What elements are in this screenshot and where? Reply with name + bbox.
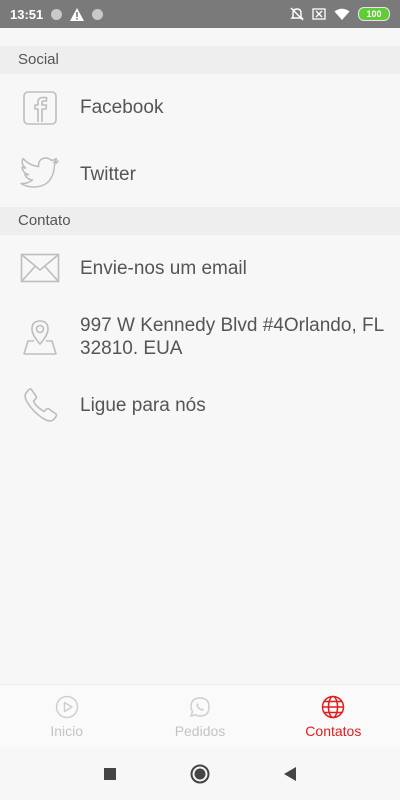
nav-item-inicio[interactable]: Inicio xyxy=(0,685,133,749)
section-header-social: Social xyxy=(0,46,400,74)
status-bar-left: 13:51 xyxy=(10,6,104,22)
phone-label: Ligue para nós xyxy=(80,394,206,416)
map-pin-icon xyxy=(18,315,62,359)
address-row[interactable]: 997 W Kennedy Blvd #4Orlando, FL 32810. … xyxy=(0,301,400,373)
status-bar-right: 100 xyxy=(290,7,390,21)
status-bar: 13:51 100 xyxy=(0,0,400,28)
system-navigation-bar xyxy=(0,748,400,800)
section-header-contato: Contato xyxy=(0,207,400,235)
nav-label-inicio: Inicio xyxy=(50,723,83,739)
back-button[interactable] xyxy=(278,762,302,786)
top-spacer xyxy=(0,28,400,46)
address-label: 997 W Kennedy Blvd #4Orlando, FL 32810. … xyxy=(80,315,384,359)
status-time: 13:51 xyxy=(10,6,44,22)
email-label: Envie-nos um email xyxy=(80,257,247,279)
contacts-content: Social Facebook Twitter Contato Envie-no… xyxy=(0,28,400,684)
whatsapp-icon xyxy=(190,697,210,717)
nav-item-pedidos[interactable]: Pedidos xyxy=(133,685,266,749)
mute-icon xyxy=(290,7,304,21)
notification-dot-icon xyxy=(51,8,63,20)
envelope-icon xyxy=(18,246,62,290)
twitter-row[interactable]: Twitter xyxy=(0,141,400,207)
nav-label-contatos: Contatos xyxy=(305,723,362,739)
home-button[interactable] xyxy=(188,762,212,786)
facebook-row[interactable]: Facebook xyxy=(0,74,400,141)
home-circle-icon xyxy=(190,764,210,784)
battery-icon: 100 xyxy=(358,7,390,21)
twitter-icon xyxy=(18,152,62,196)
sim-off-icon xyxy=(312,8,326,20)
notification-dot-icon xyxy=(92,8,104,20)
twitter-label: Twitter xyxy=(80,163,136,185)
globe-icon xyxy=(322,695,345,719)
nav-label-pedidos: Pedidos xyxy=(174,723,226,739)
facebook-icon xyxy=(18,86,62,130)
phone-icon xyxy=(18,383,62,427)
play-circle-icon xyxy=(55,695,78,719)
email-row[interactable]: Envie-nos um email xyxy=(0,235,400,301)
facebook-label: Facebook xyxy=(80,97,164,118)
square-icon xyxy=(104,768,116,780)
bottom-navigation: Inicio Pedidos Contatos xyxy=(0,684,400,749)
back-triangle-icon xyxy=(284,767,296,781)
recent-apps-button[interactable] xyxy=(98,762,122,786)
wifi-icon xyxy=(334,8,350,20)
nav-item-contatos[interactable]: Contatos xyxy=(267,685,400,749)
warning-icon xyxy=(70,7,85,21)
phone-row[interactable]: Ligue para nós xyxy=(0,373,400,437)
